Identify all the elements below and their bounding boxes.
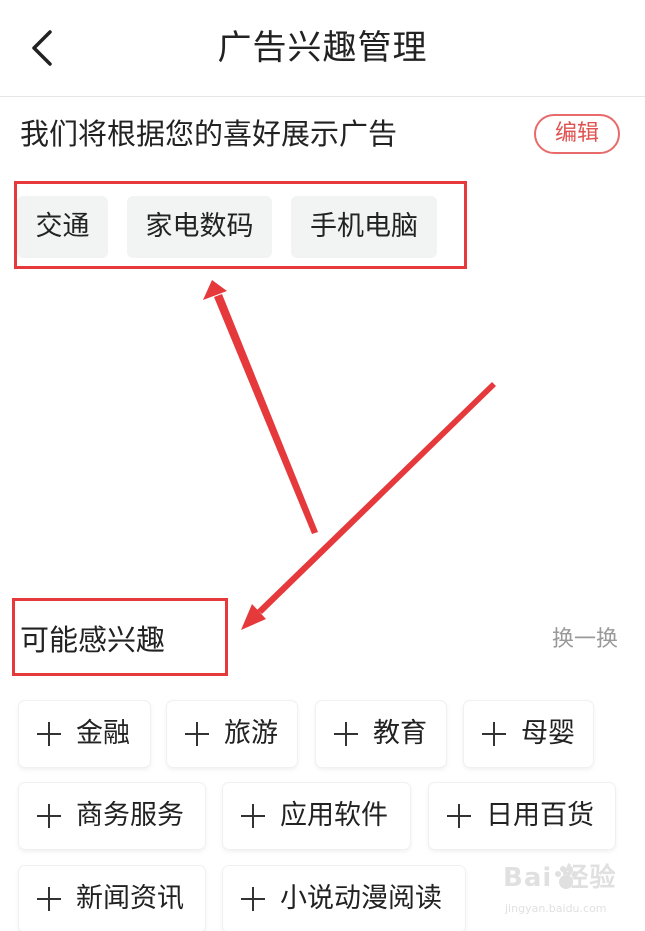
suggest-tag-label: 教育 <box>373 718 427 749</box>
suggest-tag-daily-goods[interactable]: 日用百货 <box>429 783 615 849</box>
watermark-url: jingyan.baidu.com <box>505 902 607 915</box>
suggest-tag-travel[interactable]: 旅游 <box>167 701 297 767</box>
suggest-tag-label: 日用百货 <box>486 800 594 831</box>
suggest-tag-maternal[interactable]: 母婴 <box>464 701 593 767</box>
plus-icon <box>482 722 506 746</box>
arrow-up-to-interests <box>203 280 318 534</box>
plus-icon <box>334 722 358 746</box>
refresh-link[interactable]: 换一换 <box>552 624 618 656</box>
suggest-tag-education[interactable]: 教育 <box>316 701 446 767</box>
ad-interest-page: 广告兴趣管理 我们将根据您的喜好展示广告 编辑 交通 家电数码 手机电脑 可能感… <box>0 0 645 931</box>
suggest-tag-label: 旅游 <box>224 718 278 749</box>
edit-button[interactable]: 编辑 <box>534 114 620 154</box>
suggest-tag-novels-anime[interactable]: 小说动漫阅读 <box>223 866 465 931</box>
suggest-tag-label: 应用软件 <box>280 800 388 831</box>
suggest-tag-label: 新闻资讯 <box>76 883 184 914</box>
interests-section-title: 我们将根据您的喜好展示广告 <box>20 117 398 151</box>
plus-icon <box>37 804 61 828</box>
plus-icon <box>241 887 265 911</box>
plus-icon <box>37 887 61 911</box>
highlight-box-interests <box>14 181 467 269</box>
suggest-tag-label: 母婴 <box>521 718 575 749</box>
baidu-jingyan-watermark: Bai 经验 jingyan.baidu.com <box>493 857 643 929</box>
plus-icon <box>185 722 209 746</box>
suggest-tag-business[interactable]: 商务服务 <box>19 783 205 849</box>
suggest-tag-apps[interactable]: 应用软件 <box>223 783 410 849</box>
arrow-down-to-suggestions <box>241 382 496 630</box>
highlight-box-suggestions <box>12 598 228 676</box>
plus-icon <box>37 722 61 746</box>
page-title: 广告兴趣管理 <box>217 28 428 68</box>
watermark-text: Bai 经验 <box>503 863 617 893</box>
header-bar: 广告兴趣管理 <box>0 0 645 97</box>
suggest-tag-label: 金融 <box>76 718 130 749</box>
suggest-tag-finance[interactable]: 金融 <box>19 701 150 767</box>
suggest-tag-label: 商务服务 <box>76 800 184 831</box>
plus-icon <box>241 804 265 828</box>
suggest-tag-label: 小说动漫阅读 <box>280 883 442 914</box>
suggest-tag-news[interactable]: 新闻资讯 <box>19 866 205 931</box>
plus-icon <box>447 804 471 828</box>
